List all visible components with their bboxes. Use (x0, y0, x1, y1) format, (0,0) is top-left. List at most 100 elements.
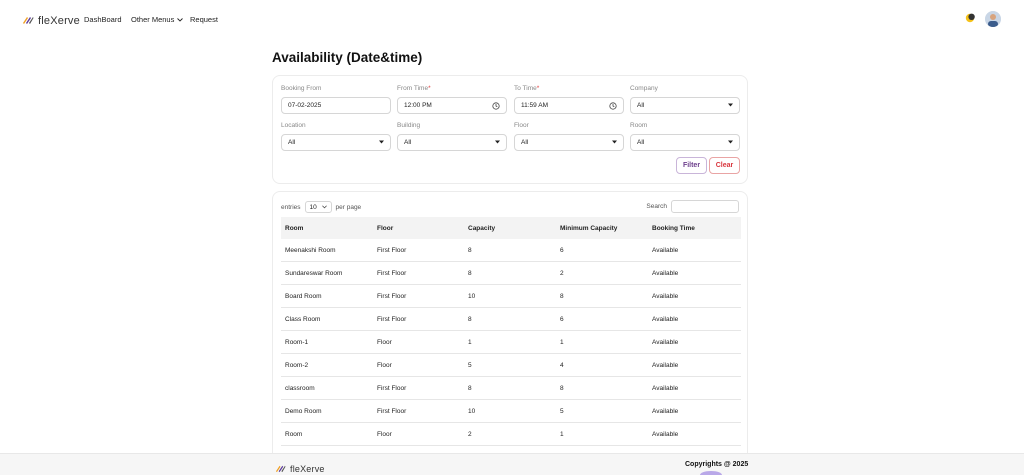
filter-button[interactable]: Filter (676, 157, 707, 174)
caret-down-icon (379, 139, 384, 146)
location-value: All (288, 139, 296, 146)
floor-select[interactable]: All (514, 134, 624, 151)
to-time-label: To Time* (514, 85, 540, 92)
clear-button[interactable]: Clear (709, 157, 740, 174)
brand[interactable]: fleXerve (22, 12, 80, 30)
booking-from-input[interactable]: 07-02-2025 (281, 97, 391, 114)
avatar[interactable] (985, 11, 1001, 27)
capacity-cell: 5 (468, 361, 472, 369)
company-label: Company (630, 85, 658, 92)
table-row: Demo Room First Floor 10 5 Available (281, 400, 741, 423)
booking-time-cell: Available (652, 315, 679, 323)
min-capacity-cell: 2 (560, 269, 564, 277)
clock-icon[interactable] (609, 102, 617, 112)
booking-time-cell: Available (652, 269, 679, 277)
table-row: Sundareswar Room First Floor 8 2 Availab… (281, 262, 741, 285)
capacity-cell: 10 (468, 407, 476, 415)
column-header[interactable]: Capacity (468, 225, 495, 232)
page-title: Availability (Date&time) (272, 50, 423, 65)
capacity-cell: 2 (468, 430, 472, 438)
table-header: Room Floor Capacity Minimum Capacity Boo… (281, 217, 741, 239)
capacity-cell: 1 (468, 338, 472, 346)
table-search: Search (646, 200, 739, 213)
nav-other-menus[interactable]: Other Menus (131, 15, 184, 24)
location-label: Location (281, 122, 306, 129)
capacity-cell: 8 (468, 269, 472, 277)
booking-time-cell: Available (652, 292, 679, 300)
company-select[interactable]: All (630, 97, 740, 114)
location-select[interactable]: All (281, 134, 391, 151)
to-time-value: 11:59 AM (521, 102, 548, 109)
room-cell: Room-1 (285, 338, 309, 346)
room-select[interactable]: All (630, 134, 740, 151)
sun-moon-icon (964, 11, 976, 29)
booking-time-cell: Available (652, 338, 679, 346)
table-row: Room Floor 2 1 Available (281, 423, 741, 446)
entries-control: entries 10 per page (281, 201, 361, 213)
nav-request[interactable]: Request (190, 15, 218, 24)
table-row: Room-1 Floor 1 1 Available (281, 331, 741, 354)
table-row: Meenakshi Room First Floor 8 6 Available (281, 239, 741, 262)
to-time-input[interactable]: 11:59 AM (514, 97, 624, 114)
entries-value: 10 (309, 203, 317, 211)
floor-value: All (521, 139, 529, 146)
room-cell: classroom (285, 384, 315, 392)
search-label: Search (646, 203, 667, 210)
floor-cell: Floor (377, 338, 392, 346)
floor-cell: First Floor (377, 407, 407, 415)
entries-label: entries (281, 203, 301, 211)
copyright-text: Copyrights @ 2025 (685, 461, 749, 468)
column-header[interactable]: Booking Time (652, 225, 695, 232)
top-navbar: fleXerve DashBoard Other Menus Request (0, 0, 1024, 40)
from-time-label: From Time* (397, 85, 431, 92)
nav-dashboard[interactable]: DashBoard (84, 15, 122, 24)
filter-panel: Booking From 07-02-2025 From Time* 12:00… (272, 75, 748, 184)
caret-down-icon (728, 102, 733, 109)
entries-per-page-select[interactable]: 10 (304, 201, 332, 213)
capacity-cell: 8 (468, 246, 472, 254)
booking-from-label: Booking From (281, 85, 322, 92)
booking-time-cell: Available (652, 407, 679, 415)
floor-cell: First Floor (377, 246, 407, 254)
booking-time-cell: Available (652, 361, 679, 369)
min-capacity-cell: 4 (560, 361, 564, 369)
floor-cell: First Floor (377, 269, 407, 277)
search-input[interactable] (671, 200, 739, 213)
floor-cell: First Floor (377, 315, 407, 323)
building-select[interactable]: All (397, 134, 507, 151)
brand-name: fleXerve (38, 15, 80, 27)
theme-toggle-button[interactable] (963, 13, 977, 27)
table-row: classroom First Floor 8 8 Available (281, 377, 741, 400)
capacity-cell: 10 (468, 292, 476, 300)
room-cell: Board Room (285, 292, 322, 300)
room-cell: Room-2 (285, 361, 309, 369)
min-capacity-cell: 8 (560, 292, 564, 300)
table-row: Room-2 Floor 5 4 Available (281, 354, 741, 377)
min-capacity-cell: 6 (560, 246, 564, 254)
clock-icon[interactable] (492, 102, 500, 112)
caret-down-icon (495, 139, 500, 146)
min-capacity-cell: 8 (560, 384, 564, 392)
column-header[interactable]: Minimum Capacity (560, 225, 617, 232)
footer: fleXerve Copyrights @ 2025 (0, 453, 1024, 475)
min-capacity-cell: 1 (560, 430, 564, 438)
from-time-input[interactable]: 12:00 PM (397, 97, 507, 114)
column-header[interactable]: Floor (377, 225, 393, 232)
booking-time-cell: Available (652, 246, 679, 254)
chat-launcher-icon[interactable] (700, 471, 722, 475)
caret-down-icon (612, 139, 617, 146)
booking-time-cell: Available (652, 384, 679, 392)
min-capacity-cell: 5 (560, 407, 564, 415)
per-page-label: per page (335, 203, 362, 211)
booking-from-value: 07-02-2025 (288, 102, 322, 109)
footer-brand: fleXerve (275, 460, 325, 475)
floor-cell: Floor (377, 361, 392, 369)
rooms-table-panel: entries 10 per page Search Room Floor Ca… (272, 191, 748, 471)
min-capacity-cell: 1 (560, 338, 564, 346)
flexerve-logo-icon (22, 12, 34, 30)
flexerve-logo-icon (275, 460, 286, 475)
chevron-down-icon (321, 204, 327, 211)
column-header[interactable]: Room (285, 225, 303, 232)
capacity-cell: 8 (468, 315, 472, 323)
footer-brand-name: fleXerve (290, 464, 325, 474)
